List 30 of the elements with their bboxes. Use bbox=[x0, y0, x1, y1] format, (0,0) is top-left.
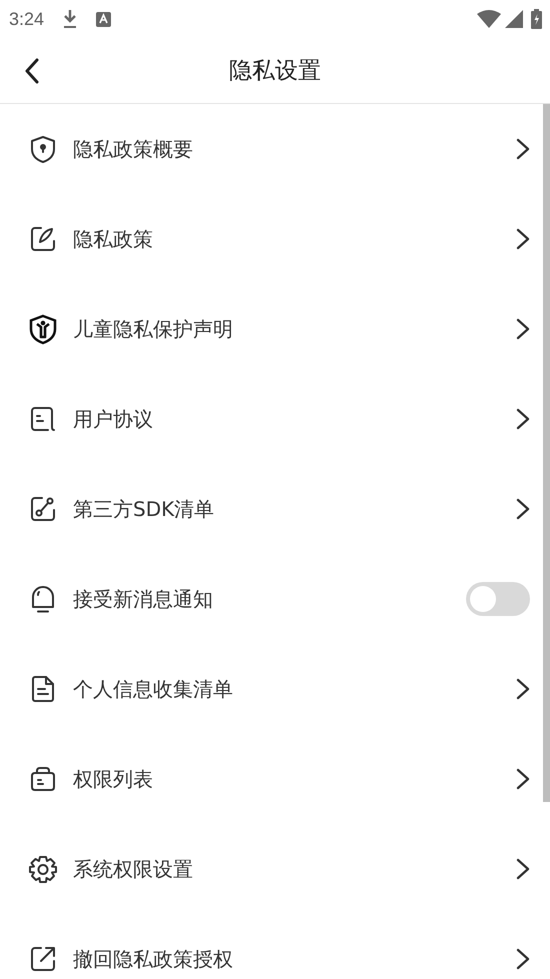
chevron-right-icon bbox=[516, 948, 530, 970]
page-title: 隐私设置 bbox=[229, 57, 321, 86]
setting-label[interactable]: 隐私政策概要 bbox=[73, 136, 502, 162]
app-notification-icon bbox=[96, 12, 112, 26]
setting-label[interactable]: 撤回隐私政策授权 bbox=[73, 946, 502, 972]
chevron-right-icon bbox=[516, 228, 530, 250]
download-icon bbox=[62, 9, 78, 29]
setting-label[interactable]: 用户协议 bbox=[73, 406, 502, 432]
setting-label: 接受新消息通知 bbox=[73, 586, 214, 612]
back-icon[interactable] bbox=[24, 58, 40, 84]
chevron-right-icon bbox=[516, 318, 530, 340]
setting-label[interactable]: 系统权限设置 bbox=[73, 856, 502, 882]
chevron-right-icon bbox=[516, 678, 530, 700]
status-time: 3:24 bbox=[9, 8, 44, 30]
chevron-right-icon bbox=[516, 858, 530, 880]
chevron-right-icon bbox=[516, 498, 530, 520]
setting-label[interactable]: 隐私政策 bbox=[73, 226, 502, 252]
signal-icon bbox=[505, 10, 523, 28]
wifi-icon bbox=[477, 10, 501, 28]
setting-label[interactable]: 儿童隐私保护声明 bbox=[73, 316, 502, 342]
notification-toggle[interactable] bbox=[466, 582, 530, 616]
chevron-right-icon bbox=[516, 768, 530, 790]
gear-icon bbox=[27, 853, 59, 885]
child-shield-icon bbox=[27, 313, 59, 345]
setting-label[interactable]: 个人信息收集清单 bbox=[73, 676, 502, 702]
setting-label[interactable]: 第三方SDK清单 bbox=[73, 496, 502, 522]
chevron-right-icon bbox=[516, 408, 530, 430]
battery-icon bbox=[531, 9, 542, 29]
setting-label[interactable]: 权限列表 bbox=[73, 766, 502, 792]
chevron-right-icon bbox=[516, 138, 530, 160]
